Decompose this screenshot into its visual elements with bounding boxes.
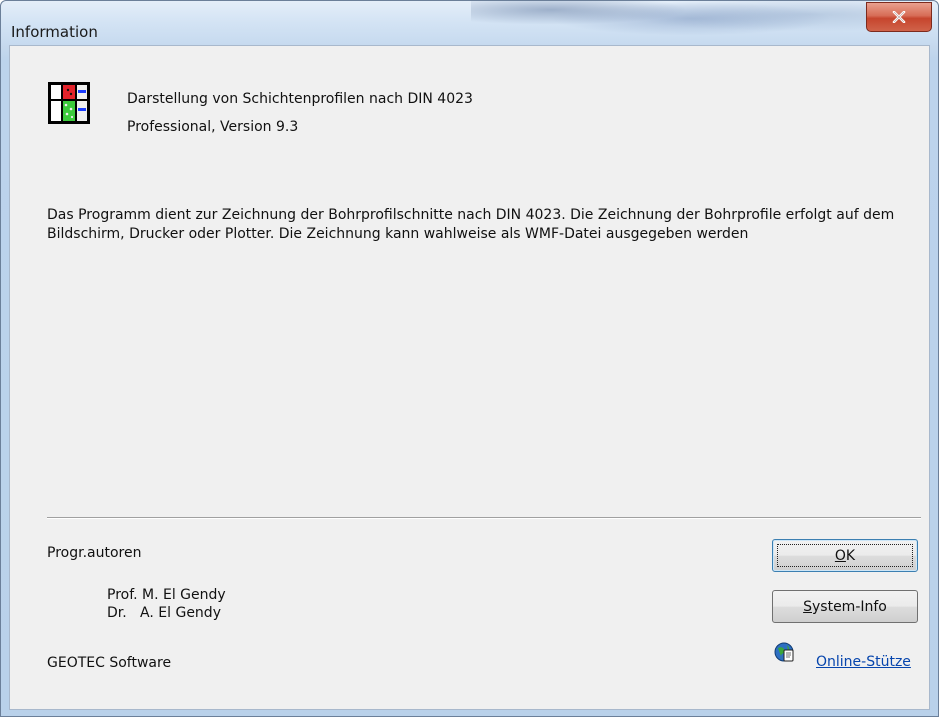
dialog-body: Darstellung von Schichtenprofilen nach D… xyxy=(9,45,930,710)
title-bar-background xyxy=(471,1,871,45)
author-name: Prof. M. El Gendy xyxy=(107,587,226,603)
system-info-button-label: System-Info xyxy=(803,598,887,615)
focus-rectangle xyxy=(777,544,913,567)
separator xyxy=(47,517,921,519)
globe-help-icon[interactable] xyxy=(774,642,794,662)
soil-profile-app-icon xyxy=(48,82,90,124)
program-description: Das Programm dient zur Zeichnung der Boh… xyxy=(47,207,895,242)
window-title: Information xyxy=(11,23,98,41)
product-version: Professional, Version 9.3 xyxy=(127,119,299,135)
information-dialog: Information Darstellung von Schichtenpro… xyxy=(0,0,939,717)
author-name: Dr. A. El Gendy xyxy=(107,605,221,621)
online-help-link[interactable]: Online-Stütze xyxy=(816,654,911,670)
authors-label: Progr.autoren xyxy=(47,545,142,561)
company-name: GEOTEC Software xyxy=(47,655,172,671)
title-bar[interactable]: Information xyxy=(1,1,938,45)
system-info-button[interactable]: System-Info xyxy=(772,590,918,623)
ok-button[interactable]: OK xyxy=(772,539,918,572)
close-button[interactable] xyxy=(866,2,932,32)
close-icon xyxy=(892,11,906,23)
product-name: Darstellung von Schichtenprofilen nach D… xyxy=(127,91,473,107)
